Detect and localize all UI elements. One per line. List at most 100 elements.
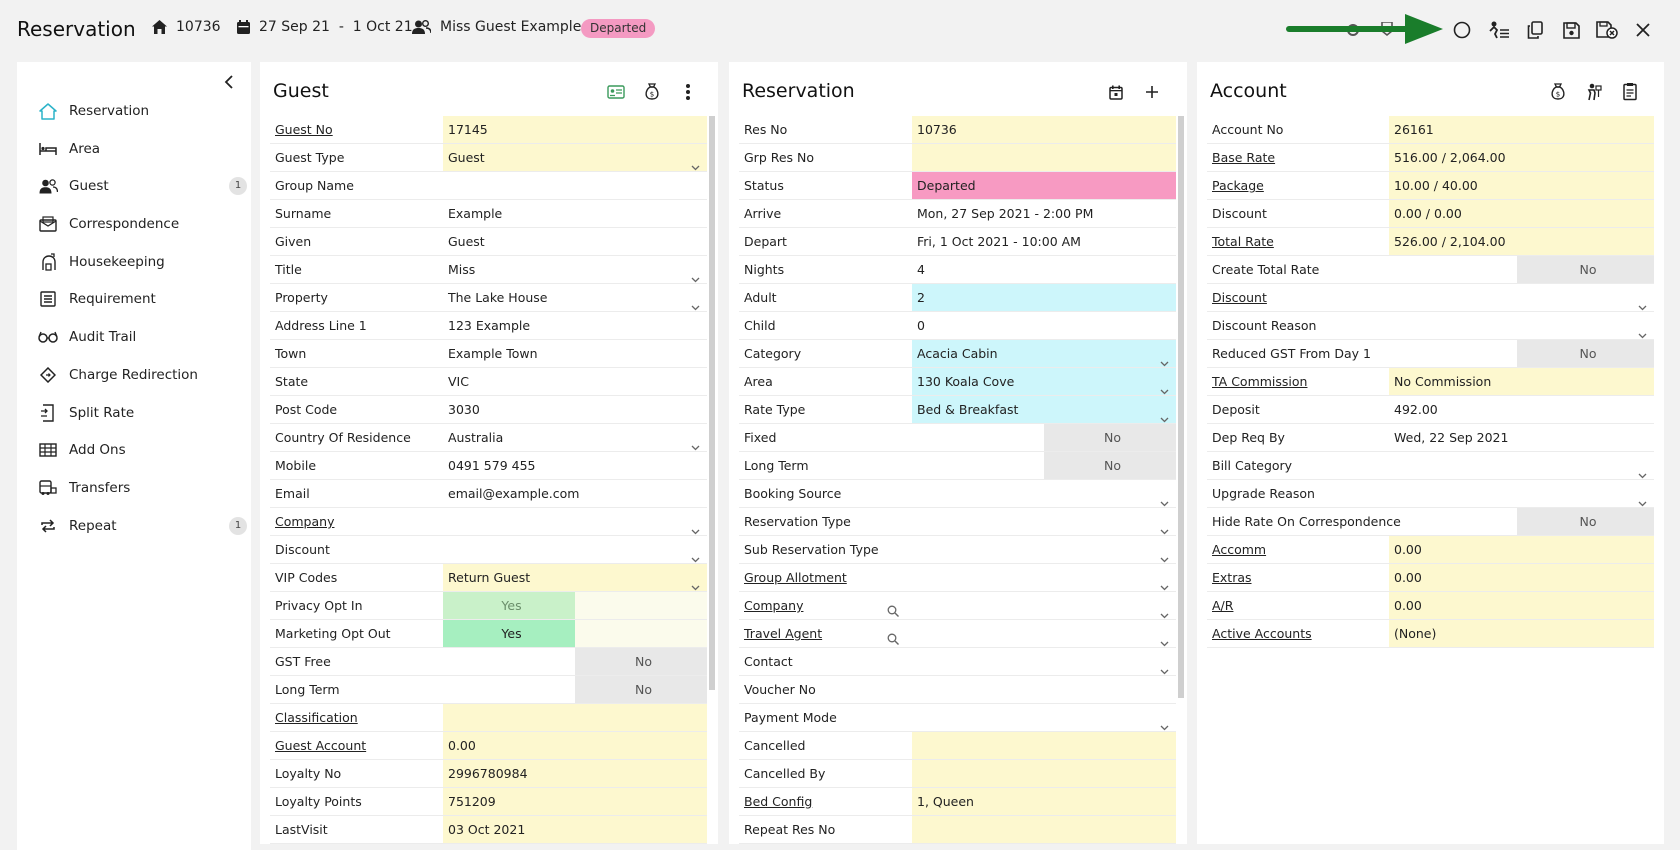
field-active-accounts[interactable]: (None) (1389, 620, 1654, 647)
field-ta-commission[interactable]: No Commission (1389, 368, 1654, 395)
select-reservation-type[interactable] (912, 508, 1176, 535)
select-company[interactable] (443, 508, 707, 535)
field-label[interactable]: Group Allotment (739, 564, 912, 591)
chevron-down-icon[interactable] (1638, 321, 1647, 339)
toggle-marketing-opt-out[interactable]: Yes (443, 620, 575, 647)
chevron-down-icon[interactable] (1160, 657, 1169, 675)
checkout-icon[interactable] (1488, 19, 1510, 41)
chevron-down-icon[interactable] (1160, 713, 1169, 731)
chevron-down-icon[interactable] (691, 265, 700, 283)
money-bag-icon[interactable]: $ (1547, 81, 1569, 103)
field-label[interactable]: Base Rate (1207, 144, 1389, 171)
sidebar-item-transfers[interactable]: Transfers (37, 471, 247, 505)
toggle-long-term[interactable]: No (1044, 452, 1176, 479)
field-address-line-1[interactable]: 123 Example (443, 312, 707, 339)
chevron-down-icon[interactable] (1160, 629, 1169, 647)
field-voucher-no[interactable] (912, 676, 1176, 703)
field-loyalty-no[interactable]: 2996780984 (443, 760, 707, 787)
field-label[interactable]: Company (270, 508, 443, 535)
field-label[interactable]: A/R (1207, 592, 1389, 619)
person-sign-icon[interactable] (1583, 81, 1605, 103)
chevron-down-icon[interactable] (1638, 293, 1647, 311)
field-bed-config[interactable]: 1, Queen (912, 788, 1176, 815)
chevron-down-icon[interactable] (1638, 461, 1647, 479)
field-package[interactable]: 10.00 / 40.00 (1389, 172, 1654, 199)
select-payment-mode[interactable] (912, 704, 1176, 731)
sidebar-item-area[interactable]: Area (37, 132, 247, 166)
sidebar-item-guest[interactable]: Guest 1 (37, 169, 247, 203)
sidebar-item-repeat[interactable]: Repeat 1 (37, 509, 247, 543)
chevron-down-icon[interactable] (1160, 573, 1169, 591)
chevron-down-icon[interactable] (1160, 601, 1169, 619)
field-surname[interactable]: Example (443, 200, 707, 227)
select-area[interactable]: 130 Koala Cove (912, 368, 1176, 395)
copy-icon[interactable] (1524, 19, 1546, 41)
field-state[interactable]: VIC (443, 368, 707, 395)
toggle-create-total-rate[interactable]: No (1517, 256, 1654, 283)
receipt-icon[interactable] (1619, 81, 1641, 103)
select-category[interactable]: Acacia Cabin (912, 340, 1176, 367)
field-guest-account[interactable]: 0.00 (443, 732, 707, 759)
select-property[interactable]: The Lake House (443, 284, 707, 311)
field-extras[interactable]: 0.00 (1389, 564, 1654, 591)
field-total-rate[interactable]: 526.00 / 2,104.00 (1389, 228, 1654, 255)
field-email[interactable]: email@example.com (443, 480, 707, 507)
chevron-down-icon[interactable] (1160, 545, 1169, 563)
circle-icon[interactable] (1451, 19, 1473, 41)
field-label[interactable]: TA Commission (1207, 368, 1389, 395)
select-title[interactable]: Miss (443, 256, 707, 283)
chevron-down-icon[interactable] (1160, 517, 1169, 535)
toggle-reduced-gst-from-day-1[interactable]: No (1517, 340, 1654, 367)
sidebar-item-correspondence[interactable]: Correspondence (37, 207, 247, 241)
select-travel-agent[interactable] (887, 620, 1176, 647)
sidebar-item-housekeeping[interactable]: Housekeeping (37, 245, 247, 279)
field-child[interactable]: 0 (912, 312, 1176, 339)
sidebar-item-reservation[interactable]: Reservation (37, 94, 247, 128)
sidebar-item-requirement[interactable]: Requirement (37, 282, 247, 316)
field-deposit[interactable]: 492.00 (1389, 396, 1654, 423)
field-dep-req-by[interactable]: Wed, 22 Sep 2021 (1389, 424, 1654, 451)
field-loyalty-points[interactable]: 751209 (443, 788, 707, 815)
sidebar-item-audit-trail[interactable]: Audit Trail (37, 320, 247, 354)
field-label[interactable]: Classification (270, 704, 443, 731)
sidebar-item-split-rate[interactable]: Split Rate (37, 396, 247, 430)
field-mobile[interactable]: 0491 579 455 (443, 452, 707, 479)
field-label[interactable]: Accomm (1207, 536, 1389, 563)
field-label[interactable]: Guest No (270, 116, 443, 143)
field-lastvisit[interactable]: 03 Oct 2021 (443, 816, 707, 843)
sidebar-item-charge-redirection[interactable]: Charge Redirection (37, 358, 247, 392)
field-post-code[interactable]: 3030 (443, 396, 707, 423)
field-accomm[interactable]: 0.00 (1389, 536, 1654, 563)
field-depart[interactable]: Fri, 1 Oct 2021 - 10:00 AM (912, 228, 1176, 255)
select-guest-type[interactable]: Guest (443, 144, 707, 171)
field-given[interactable]: Guest (443, 228, 707, 255)
select-rate-type[interactable]: Bed & Breakfast (912, 396, 1176, 423)
field-cancelled[interactable] (912, 732, 1176, 759)
field-label[interactable]: Guest Account (270, 732, 443, 759)
collapse-sidebar-button[interactable] (219, 72, 239, 92)
field-account-no[interactable]: 26161 (1389, 116, 1654, 143)
chevron-down-icon[interactable] (1160, 405, 1169, 423)
toggle-gst-free[interactable]: No (575, 648, 707, 675)
toggle-off-area[interactable] (575, 592, 707, 619)
select-group-allotment[interactable] (912, 564, 1176, 591)
select-country-of-residence[interactable]: Australia (443, 424, 707, 451)
toggle-off-area[interactable] (575, 620, 707, 647)
field-label[interactable]: Discount (1207, 284, 1389, 311)
field-label[interactable]: Bed Config (739, 788, 912, 815)
chevron-down-icon[interactable] (691, 545, 700, 563)
calendar-add-icon[interactable] (1105, 81, 1127, 103)
money-bag-icon[interactable]: $ (641, 81, 663, 103)
chevron-down-icon[interactable] (691, 153, 700, 171)
select-vip-codes[interactable]: Return Guest (443, 564, 707, 591)
save-icon[interactable] (1560, 19, 1582, 41)
field-group-name[interactable] (443, 172, 707, 199)
plus-icon[interactable] (1141, 81, 1163, 103)
field-base-rate[interactable]: 516.00 / 2,064.00 (1389, 144, 1654, 171)
field-label[interactable]: Package (1207, 172, 1389, 199)
search-icon[interactable] (887, 599, 899, 617)
id-card-icon[interactable] (605, 81, 627, 103)
toggle-hide-rate-on-correspondence[interactable]: No (1517, 508, 1654, 535)
field-guest-no[interactable]: 17145 (443, 116, 707, 143)
guest-scrollbar[interactable] (709, 116, 715, 690)
